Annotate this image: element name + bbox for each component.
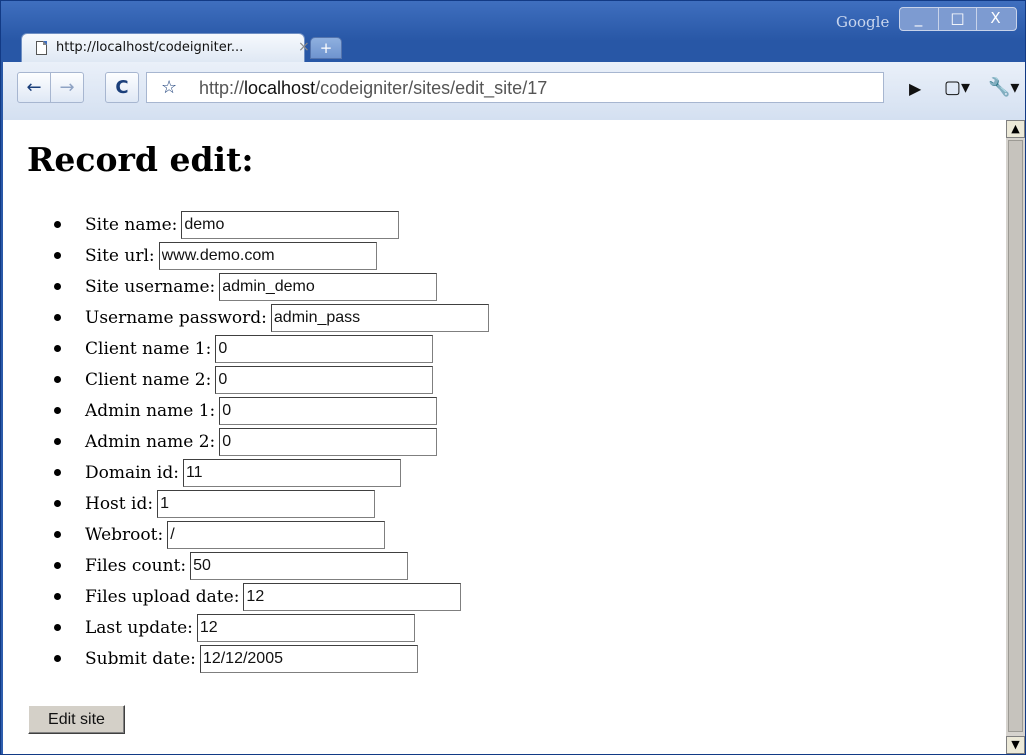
page-viewport: Record edit: Site name: Site url: Site u…: [3, 120, 1006, 754]
domain-id-input[interactable]: [182, 459, 401, 487]
site-name-input[interactable]: [181, 211, 400, 239]
scroll-down-icon[interactable]: ▼: [1006, 736, 1025, 754]
field-label: Submit date:: [85, 649, 196, 669]
field-label: Client name 2:: [85, 370, 212, 390]
webroot-input[interactable]: [167, 521, 386, 549]
field-files-count: Files count:: [54, 552, 489, 583]
edit-site-button[interactable]: Edit site: [28, 705, 125, 734]
field-label: Last update:: [85, 618, 193, 638]
field-admin-name-2: Admin name 2:: [54, 428, 489, 459]
forward-button[interactable]: →: [50, 72, 84, 103]
field-label: Webroot:: [85, 525, 164, 545]
tab-close-icon[interactable]: ×: [298, 39, 310, 55]
files-upload-date-input[interactable]: [243, 583, 462, 611]
submit-date-input[interactable]: [199, 645, 418, 673]
document-icon: [36, 41, 47, 55]
field-submit-date: Submit date:: [54, 645, 489, 676]
field-client-name-1: Client name 1:: [54, 335, 489, 366]
site-url-input[interactable]: [158, 242, 377, 270]
close-window-button[interactable]: X: [976, 8, 1014, 30]
browser-tab[interactable]: http://localhost/codeigniter... ×: [21, 33, 310, 62]
scroll-up-icon[interactable]: ▲: [1006, 120, 1025, 138]
username-password-input[interactable]: [270, 304, 489, 332]
tab-title: http://localhost/codeigniter...: [56, 40, 244, 55]
field-client-name-2: Client name 2:: [54, 366, 489, 397]
field-last-update: Last update:: [54, 614, 489, 645]
url-text[interactable]: http://localhost/codeigniter/sites/edit_…: [199, 78, 547, 99]
last-update-input[interactable]: [196, 614, 415, 642]
field-site-url: Site url:: [54, 242, 489, 273]
go-icon[interactable]: ▶: [909, 79, 921, 98]
page-title: Record edit:: [27, 140, 254, 179]
field-label: Admin name 1:: [85, 401, 216, 421]
field-label: Files upload date:: [85, 587, 240, 607]
maximize-button[interactable]: □: [938, 8, 976, 30]
browser-brand: Google: [836, 13, 890, 31]
field-site-name: Site name:: [54, 211, 489, 242]
admin-name-1-input[interactable]: [219, 397, 438, 425]
url-path: /codeigniter/sites/edit_site/17: [315, 78, 548, 98]
client-name-2-input[interactable]: [215, 366, 434, 394]
client-name-1-input[interactable]: [215, 335, 434, 363]
browser-window: http://localhost/codeigniter... × + Goog…: [0, 0, 1026, 755]
url-prefix: http://: [199, 78, 245, 98]
wrench-menu-icon[interactable]: 🔧▾: [988, 77, 1019, 98]
field-host-id: Host id:: [54, 490, 489, 521]
field-list: Site name: Site url: Site username: User…: [54, 211, 489, 676]
browser-toolbar: ← → C ☆ http://localhost/codeigniter/sit…: [3, 62, 1025, 121]
window-controls: _ □ X: [899, 7, 1017, 31]
field-label: Host id:: [85, 494, 154, 514]
field-label: Files count:: [85, 556, 187, 576]
field-admin-name-1: Admin name 1:: [54, 397, 489, 428]
field-label: Site name:: [85, 215, 178, 235]
minimize-button[interactable]: _: [900, 8, 937, 30]
field-label: Site username:: [85, 277, 216, 297]
field-username-password: Username password:: [54, 304, 489, 335]
field-label: Username password:: [85, 308, 267, 328]
back-button[interactable]: ←: [17, 72, 51, 103]
site-username-input[interactable]: [219, 273, 438, 301]
field-files-upload-date: Files upload date:: [54, 583, 489, 614]
admin-name-2-input[interactable]: [219, 428, 438, 456]
field-label: Admin name 2:: [85, 432, 216, 452]
address-bar[interactable]: ☆ http://localhost/codeigniter/sites/edi…: [146, 72, 884, 103]
url-host: localhost: [244, 78, 316, 98]
field-site-username: Site username:: [54, 273, 489, 304]
field-label: Site url:: [85, 246, 155, 266]
field-label: Domain id:: [85, 463, 179, 483]
page-menu-icon[interactable]: ▢▾: [944, 77, 970, 98]
vertical-scrollbar[interactable]: ▲ ▼: [1006, 120, 1025, 754]
field-webroot: Webroot:: [54, 521, 489, 552]
field-domain-id: Domain id:: [54, 459, 489, 490]
host-id-input[interactable]: [157, 490, 376, 518]
files-count-input[interactable]: [190, 552, 409, 580]
new-tab-button[interactable]: +: [310, 37, 342, 59]
scroll-thumb[interactable]: [1008, 140, 1023, 732]
reload-button[interactable]: C: [105, 72, 139, 103]
field-label: Client name 1:: [85, 339, 212, 359]
bookmark-star-icon[interactable]: ☆: [161, 77, 177, 98]
title-bar: http://localhost/codeigniter... × + Goog…: [1, 1, 1025, 62]
